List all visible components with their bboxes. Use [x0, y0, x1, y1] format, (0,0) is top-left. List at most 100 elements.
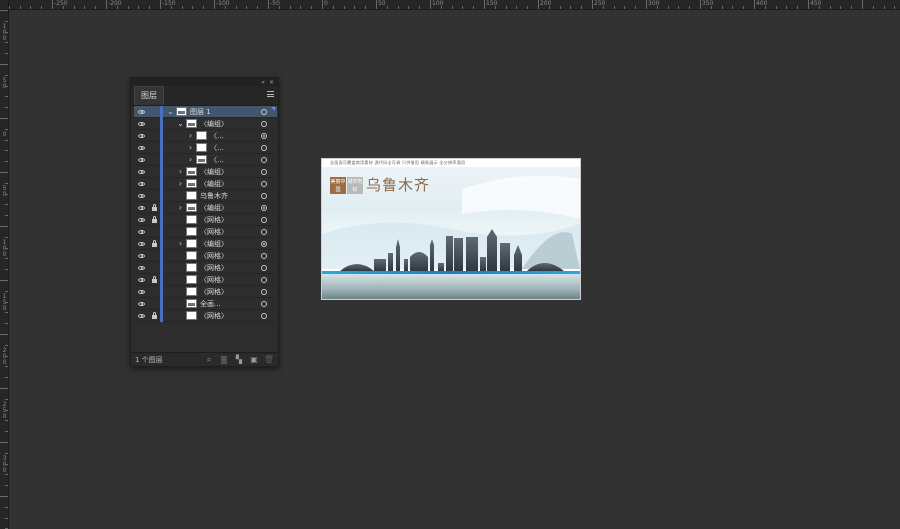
- lock-toggle[interactable]: [148, 142, 160, 154]
- target-circle-icon[interactable]: [261, 276, 267, 283]
- lock-toggle[interactable]: [148, 190, 160, 202]
- layer-name[interactable]: 〈编组〉: [200, 167, 261, 177]
- layer-name[interactable]: 〈...: [210, 155, 261, 165]
- expand-toggle-icon[interactable]: ›: [175, 166, 186, 178]
- layer-name[interactable]: 〈编组〉: [200, 239, 261, 249]
- lock-toggle[interactable]: [148, 262, 160, 274]
- lock-toggle[interactable]: [148, 130, 160, 142]
- target-circle-icon[interactable]: [261, 156, 267, 163]
- target-circle-icon[interactable]: [261, 228, 267, 235]
- lock-toggle[interactable]: [148, 250, 160, 262]
- target-circle-icon[interactable]: [261, 300, 267, 307]
- expand-toggle-icon[interactable]: ›: [185, 154, 196, 166]
- layer-name[interactable]: 〈网格〉: [200, 311, 261, 321]
- target-circle-icon[interactable]: [261, 240, 267, 247]
- visibility-toggle[interactable]: [134, 202, 148, 214]
- visibility-toggle[interactable]: [134, 310, 148, 322]
- layer-name[interactable]: 〈网格〉: [200, 251, 261, 261]
- lock-toggle[interactable]: [148, 118, 160, 130]
- layer-row[interactable]: › 〈编组〉: [134, 201, 277, 214]
- target-circle-icon[interactable]: [261, 264, 267, 271]
- target-circle-icon[interactable]: [261, 192, 267, 199]
- target-circle-icon[interactable]: [261, 288, 267, 295]
- vertical-ruler[interactable]: 1 0 0 5 0 0 5 0 1 0 0 1 5 0 2 0 0 2 5 0 3 0 0: [0, 10, 9, 529]
- expand-toggle-icon[interactable]: ›: [185, 130, 196, 142]
- lock-toggle[interactable]: [148, 298, 160, 310]
- lock-toggle[interactable]: [148, 202, 160, 214]
- make-clipping-mask-icon[interactable]: ◙: [218, 354, 230, 366]
- layer-row[interactable]: › 〈...: [134, 129, 277, 142]
- target-circle-icon[interactable]: [261, 144, 267, 151]
- target-circle-icon[interactable]: [261, 180, 267, 187]
- visibility-toggle[interactable]: [134, 274, 148, 286]
- layer-row[interactable]: › 〈...: [134, 141, 277, 154]
- horizontal-ruler[interactable]: -250 -200 -150 -100 -50 0 50 100 150 200 250 300 350…: [0, 0, 900, 10]
- layer-name[interactable]: 〈编组〉: [200, 179, 261, 189]
- search-layer-icon[interactable]: ⌕: [203, 354, 215, 366]
- target-circle-icon[interactable]: [261, 216, 267, 223]
- visibility-toggle[interactable]: [134, 142, 148, 154]
- layer-row[interactable]: › 〈编组〉: [134, 237, 277, 250]
- visibility-toggle[interactable]: [134, 262, 148, 274]
- layer-name[interactable]: 〈编组〉: [200, 119, 261, 129]
- visibility-toggle[interactable]: [134, 238, 148, 250]
- layer-row[interactable]: ⌄ 〈编组〉: [134, 117, 277, 130]
- target-circle-icon[interactable]: [261, 312, 267, 319]
- expand-toggle-icon[interactable]: ›: [175, 178, 186, 190]
- layer-row[interactable]: 〈网格〉: [134, 225, 277, 238]
- layer-name[interactable]: 〈网格〉: [200, 287, 261, 297]
- layer-row[interactable]: 〈网格〉: [134, 249, 277, 262]
- lock-toggle[interactable]: [148, 238, 160, 250]
- expand-toggle-icon[interactable]: ›: [175, 238, 186, 250]
- layer-name[interactable]: 〈网格〉: [200, 263, 261, 273]
- visibility-toggle[interactable]: [134, 250, 148, 262]
- layer-name[interactable]: 〈编组〉: [200, 203, 261, 213]
- lock-toggle[interactable]: [148, 310, 160, 322]
- visibility-toggle[interactable]: [134, 298, 148, 310]
- layer-row[interactable]: ⌄ 图层 1: [134, 105, 277, 118]
- visibility-toggle[interactable]: [134, 226, 148, 238]
- new-layer-icon[interactable]: ▣: [248, 354, 260, 366]
- new-sublayer-icon[interactable]: ▚: [233, 354, 245, 366]
- target-circle-icon[interactable]: [261, 204, 267, 211]
- layer-name[interactable]: 〈网格〉: [200, 227, 261, 237]
- panel-title-bar[interactable]: « ×: [131, 78, 278, 86]
- target-circle-icon[interactable]: [261, 132, 267, 139]
- lock-toggle[interactable]: [148, 166, 160, 178]
- layer-row[interactable]: 〈网格〉: [134, 213, 277, 226]
- layer-name[interactable]: 〈网格〉: [200, 275, 261, 285]
- expand-toggle-icon[interactable]: ›: [185, 142, 196, 154]
- layer-name[interactable]: 全画...: [200, 299, 261, 309]
- layer-name[interactable]: 〈网格〉: [200, 215, 261, 225]
- layer-row[interactable]: › 〈编组〉: [134, 165, 277, 178]
- visibility-toggle[interactable]: [134, 118, 148, 130]
- tab-layers[interactable]: 图层: [134, 86, 164, 105]
- target-circle-icon[interactable]: [261, 168, 267, 175]
- visibility-toggle[interactable]: [134, 166, 148, 178]
- delete-layer-icon[interactable]: 🗑: [263, 354, 275, 366]
- lock-toggle[interactable]: [148, 274, 160, 286]
- lock-toggle[interactable]: [148, 214, 160, 226]
- close-panel-icon[interactable]: ×: [269, 79, 274, 86]
- layer-row[interactable]: 乌鲁木齐: [134, 189, 277, 202]
- visibility-toggle[interactable]: [134, 190, 148, 202]
- target-circle-icon[interactable]: [261, 108, 267, 115]
- layer-row[interactable]: 〈网格〉: [134, 273, 277, 286]
- layer-row[interactable]: 〈网格〉: [134, 285, 277, 298]
- target-circle-icon[interactable]: [261, 252, 267, 259]
- layer-row[interactable]: › 〈编组〉: [134, 177, 277, 190]
- panel-menu-icon[interactable]: [267, 91, 274, 97]
- visibility-toggle[interactable]: [134, 106, 148, 118]
- layer-name[interactable]: 图层 1: [190, 107, 261, 117]
- expand-toggle-icon[interactable]: ⌄: [165, 106, 176, 118]
- visibility-toggle[interactable]: [134, 178, 148, 190]
- visibility-toggle[interactable]: [134, 214, 148, 226]
- layer-name[interactable]: 乌鲁木齐: [200, 191, 261, 201]
- lock-toggle[interactable]: [148, 106, 160, 118]
- ruler-origin-corner[interactable]: [0, 0, 9, 10]
- lock-toggle[interactable]: [148, 226, 160, 238]
- artboard[interactable]: 全画面可覆盖商用素材 源代码全可调 只供借用 精致展示 全分辨率通用 美丽中国 …: [321, 158, 581, 300]
- visibility-toggle[interactable]: [134, 130, 148, 142]
- lock-toggle[interactable]: [148, 154, 160, 166]
- collapse-panel-icon[interactable]: «: [261, 79, 265, 86]
